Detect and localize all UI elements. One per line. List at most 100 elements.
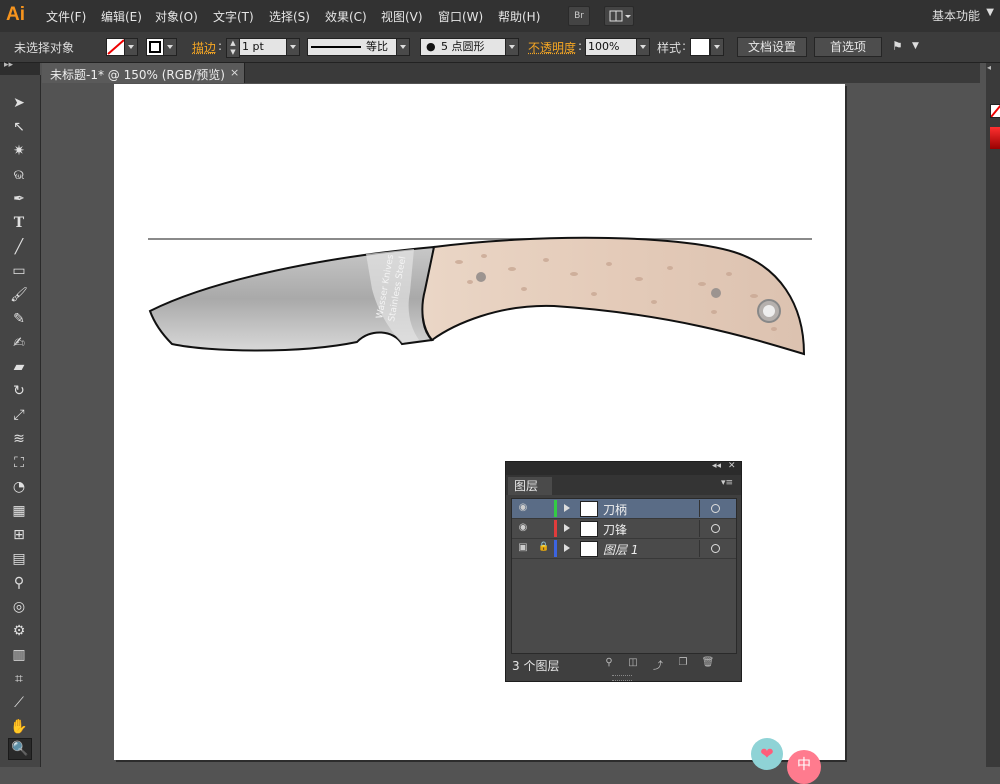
direct-selection-tool-icon[interactable]: ↖ <box>8 117 30 137</box>
layers-panel-titlebar[interactable]: ◂◂ ✕ <box>506 462 741 475</box>
dock-color-icon[interactable] <box>990 127 1000 149</box>
fill-swatch[interactable] <box>106 38 126 56</box>
rotate-tool-icon[interactable]: ↻ <box>8 381 30 401</box>
lock-toggle[interactable] <box>538 522 550 534</box>
profile-dropdown[interactable] <box>396 38 410 56</box>
close-panel-icon[interactable]: ✕ <box>728 461 736 471</box>
menu-object[interactable]: 对象(O) <box>155 8 198 25</box>
arrange-documents-button[interactable] <box>604 6 634 26</box>
paintbrush-tool-icon[interactable]: 🖌 <box>8 285 30 305</box>
symbol-sprayer-tool-icon[interactable]: ⚙ <box>8 621 30 641</box>
visibility-eye-icon[interactable]: ◉ <box>516 522 530 534</box>
brush-dropdown[interactable] <box>505 38 519 56</box>
blend-tool-icon[interactable]: ◎ <box>8 597 30 617</box>
opacity-label[interactable]: 不透明度 <box>528 39 576 56</box>
column-graph-tool-icon[interactable]: ▥ <box>8 645 30 665</box>
template-layer-icon[interactable]: ▣ <box>516 542 530 554</box>
toolbar-header[interactable]: ▸▸ <box>0 63 40 75</box>
stroke-dropdown[interactable] <box>163 38 177 56</box>
clipping-mask-icon[interactable]: ◫ <box>626 657 640 670</box>
pin-icon[interactable]: ⚑ <box>892 39 903 53</box>
visibility-eye-icon[interactable]: ◉ <box>516 502 530 514</box>
menu-view[interactable]: 视图(V) <box>381 8 423 25</box>
control-menu-icon[interactable]: ▼ <box>912 41 919 51</box>
shape-builder-tool-icon[interactable]: ◔ <box>8 477 30 497</box>
menu-window[interactable]: 窗口(W) <box>438 8 483 25</box>
layer-row-handle[interactable]: ◉ 刀柄 <box>512 499 736 519</box>
brush-definition[interactable]: ● 5 点圆形 <box>420 38 506 56</box>
stroke-weight-field[interactable]: 1 pt <box>239 38 289 56</box>
stroke-weight-dropdown[interactable] <box>286 38 300 56</box>
expand-triangle-icon[interactable] <box>564 524 570 532</box>
fill-dropdown[interactable] <box>124 38 138 56</box>
new-sublayer-icon[interactable]: ⤴ <box>651 657 665 670</box>
zoom-tool-icon[interactable]: 🔍 <box>8 738 32 760</box>
stroke-label[interactable]: 描边 <box>192 39 216 56</box>
scale-tool-icon[interactable]: ⤢ <box>8 405 30 425</box>
selection-tool-icon[interactable]: ➤ <box>8 93 30 113</box>
free-transform-tool-icon[interactable]: ⛶ <box>8 453 30 473</box>
slice-tool-icon[interactable]: ⟋ <box>8 693 30 713</box>
document-close-icon[interactable]: × <box>230 66 239 79</box>
menu-file[interactable]: 文件(F) <box>46 8 86 25</box>
variable-width-profile[interactable]: 等比 <box>307 38 397 56</box>
opacity-dropdown[interactable] <box>636 38 650 56</box>
lock-icon[interactable]: 🔒 <box>538 542 550 554</box>
new-layer-icon[interactable]: ❐ <box>676 657 690 670</box>
document-setup-button[interactable]: 文档设置 <box>737 37 807 57</box>
layer-name[interactable]: 刀柄 <box>603 501 627 518</box>
dock-swatch-icon[interactable] <box>990 104 1000 118</box>
eraser-tool-icon[interactable]: ▰ <box>8 357 30 377</box>
collapse-panel-icon[interactable]: ◂◂ <box>712 461 721 471</box>
expand-triangle-icon[interactable] <box>564 504 570 512</box>
layer-row-layer1[interactable]: ▣ 🔒 图层 1 <box>512 539 736 559</box>
bridge-button[interactable]: Br <box>568 6 590 26</box>
workspace-switcher[interactable]: 基本功能 <box>932 7 980 24</box>
heart-badge-icon[interactable]: ❤ <box>751 738 783 770</box>
menu-select[interactable]: 选择(S) <box>269 8 310 25</box>
menu-type[interactable]: 文字(T) <box>213 8 254 25</box>
type-tool-icon[interactable]: T <box>8 213 30 233</box>
layer-row-blade[interactable]: ◉ 刀锋 <box>512 519 736 539</box>
menu-edit[interactable]: 编辑(E) <box>101 8 142 25</box>
pen-tool-icon[interactable]: ✒ <box>8 189 30 209</box>
blob-brush-tool-icon[interactable]: ✍ <box>8 333 30 353</box>
stroke-weight-stepper[interactable]: ▲ ▼ <box>226 38 240 58</box>
style-swatch[interactable] <box>690 38 710 56</box>
menu-effect[interactable]: 效果(C) <box>325 8 367 25</box>
preferences-button[interactable]: 首选项 <box>814 37 882 57</box>
eyedropper-tool-icon[interactable]: ⚲ <box>8 573 30 593</box>
gradient-tool-icon[interactable]: ▤ <box>8 549 30 569</box>
menu-help[interactable]: 帮助(H) <box>498 8 540 25</box>
mesh-tool-icon[interactable]: ⊞ <box>8 525 30 545</box>
delete-layer-icon[interactable]: 🗑 <box>701 657 715 670</box>
magic-wand-tool-icon[interactable]: ✷ <box>8 141 30 161</box>
panel-resize-grip[interactable] <box>612 675 632 681</box>
lock-toggle[interactable] <box>538 502 550 514</box>
workspace-dropdown-icon[interactable]: ▼ <box>986 7 994 18</box>
line-tool-icon[interactable]: ╱ <box>8 237 30 257</box>
layer-target-icon[interactable] <box>699 520 736 537</box>
input-method-badge[interactable]: 中 <box>787 750 821 784</box>
style-dropdown[interactable] <box>710 38 724 56</box>
perspective-grid-tool-icon[interactable]: ▦ <box>8 501 30 521</box>
pencil-tool-icon[interactable]: ✎ <box>8 309 30 329</box>
lasso-tool-icon[interactable]: ଭ <box>8 165 30 185</box>
artboard-tool-icon[interactable]: ⌗ <box>8 669 30 689</box>
layer-target-icon[interactable] <box>699 500 736 517</box>
layers-tab[interactable]: 图层 <box>508 477 552 495</box>
document-tab[interactable]: 未标题-1* @ 150% (RGB/预览) × <box>42 63 245 83</box>
layer-target-icon[interactable] <box>699 540 736 557</box>
stroke-swatch[interactable] <box>146 38 164 56</box>
layer-name[interactable]: 刀锋 <box>603 521 627 538</box>
toolbar-expand-icon[interactable]: ▸▸ <box>4 60 13 70</box>
layer-name[interactable]: 图层 1 <box>603 541 638 558</box>
dock-expand-icon[interactable]: ◂ <box>987 63 991 72</box>
opacity-field[interactable]: 100% <box>585 38 637 56</box>
rectangle-tool-icon[interactable]: ▭ <box>8 261 30 281</box>
expand-triangle-icon[interactable] <box>564 544 570 552</box>
width-tool-icon[interactable]: ≋ <box>8 429 30 449</box>
hand-tool-icon[interactable]: ✋ <box>8 717 30 737</box>
panel-menu-icon[interactable]: ▾≡ <box>721 478 733 488</box>
locate-object-icon[interactable]: ⚲ <box>602 657 616 670</box>
